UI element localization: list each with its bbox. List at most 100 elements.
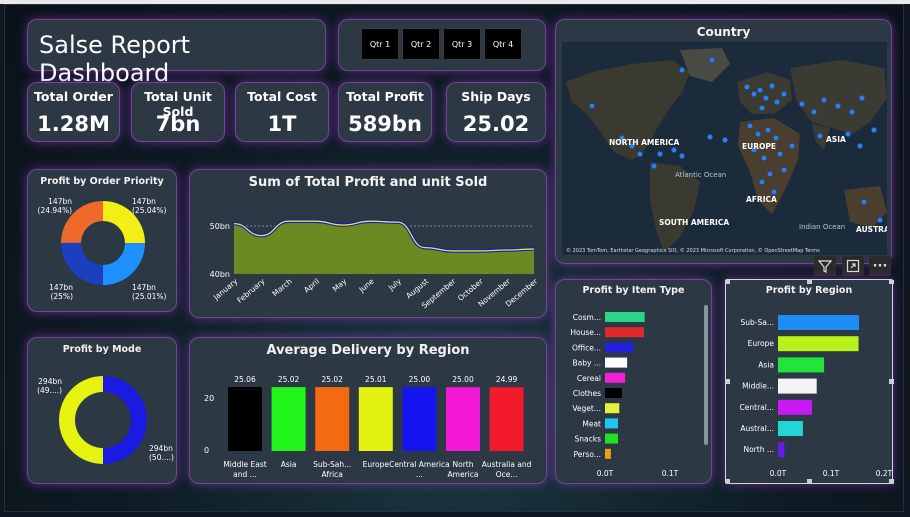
kpi-total-cost: Total Cost 1T (235, 82, 329, 142)
delivery-bar[interactable] (489, 387, 524, 451)
more-options-icon[interactable]: ··· (869, 256, 891, 276)
map-title: Country (696, 25, 751, 39)
region-bar[interactable] (778, 399, 812, 415)
slice-percent-label: (25%) (50, 292, 73, 301)
item-type-bar[interactable] (605, 433, 618, 444)
map-label-asia: ASIA (826, 135, 846, 144)
category-label: Europe (363, 460, 390, 469)
map-label-north-america: NORTH AMERICA (609, 138, 680, 147)
region-bar[interactable] (778, 315, 860, 330)
slice-value-label: 147bn (132, 283, 156, 292)
kpi-value: 7bn (155, 112, 201, 136)
item-type-bar[interactable] (605, 357, 628, 368)
qtr-4-button[interactable]: Qtr 4 (484, 28, 522, 60)
item-type-bar[interactable] (605, 327, 644, 338)
order-priority-donut[interactable]: 147bn(25.04%)147bn(25.01%)147bn(25%)147b… (28, 170, 178, 313)
item-type-bar[interactable] (605, 312, 645, 322)
delivery-bar[interactable] (446, 387, 480, 451)
map-label-atlantic-ocean: Atlantic Ocean (675, 171, 726, 179)
slice-value-label: 294bn (38, 377, 62, 386)
delivery-bar[interactable] (315, 387, 350, 451)
world-map[interactable]: NORTH AMERICA EUROPE ASIA AFRICA SOUTH A… (562, 42, 887, 255)
category-label: Clothes (573, 389, 601, 398)
category-label: Central America (389, 460, 450, 469)
x-tick-label: March (271, 276, 294, 298)
item-type-bar-chart[interactable]: Cosm... House... Office... Baby ... Cereal Cl… (556, 280, 713, 485)
category-label: Asia (758, 360, 774, 369)
y-tick-label: 50bn (210, 222, 230, 231)
filter-icon[interactable] (814, 256, 836, 276)
category-label: Middle... (742, 382, 774, 391)
kpi-label: Total Order (34, 89, 113, 104)
page-title: Salse Report Dashboard (39, 31, 191, 87)
y-tick-label: 20 (204, 394, 214, 403)
delivery-bar[interactable] (358, 387, 393, 451)
kpi-label: Ship Days (461, 89, 531, 104)
x-tick-label: 0.1T (823, 469, 840, 478)
priority-slice[interactable] (102, 243, 145, 285)
profit-by-order-priority-card: Profit by Order Priority 147bn (25.04%) 14… (27, 169, 177, 312)
profit-by-region-card[interactable]: Profit by Region Sub-Sa... Europe Asia Midd… (725, 279, 894, 485)
region-bar[interactable] (778, 357, 825, 373)
kpi-total-unit-sold: Total Unit Sold 7bn (131, 82, 225, 142)
category-label: Oce... (496, 470, 518, 479)
region-bar[interactable] (778, 378, 817, 394)
x-tick-label: May (331, 276, 349, 293)
category-label: Meat (582, 419, 601, 428)
delivery-bar[interactable] (271, 387, 306, 451)
kpi-value: 1.28M (37, 112, 110, 136)
delivery-bar[interactable] (402, 387, 437, 451)
average-delivery-card: Average Delivery by Region 20 0 25.06 Middl… (189, 337, 547, 484)
item-type-bar[interactable] (605, 403, 620, 414)
map-label-south-america: SOUTH AMERICA (659, 218, 729, 227)
bar-value-label: 25.00 (409, 375, 431, 384)
selection-handle[interactable] (807, 280, 812, 284)
category-label: Australia and (482, 460, 532, 469)
qtr-1-button[interactable]: Qtr 1 (361, 28, 399, 60)
focus-mode-icon[interactable] (842, 256, 864, 276)
category-label: Europe (748, 339, 775, 348)
item-type-bar[interactable] (605, 388, 622, 398)
slice-percent-label: (50....) (149, 453, 174, 462)
y-tick-label: 40bn (210, 270, 230, 279)
country-map-card: Country NORTH AMERICA EUROPE ASIA AFRICA… (555, 19, 892, 264)
slice-percent-label: (49....) (37, 386, 62, 395)
y-tick-label: 0 (204, 446, 209, 455)
profit-area (234, 221, 534, 274)
x-tick-label: April (302, 277, 321, 295)
region-bar-chart[interactable]: Sub-Sa... Europe Asia Middle... Central... Au… (726, 280, 894, 485)
bar-value-label: 25.02 (278, 375, 300, 384)
qtr-2-button[interactable]: Qtr 2 (402, 28, 440, 60)
x-tick-label: June (357, 276, 376, 294)
category-label: and ... (233, 470, 257, 479)
category-label: Sub-Sa... (741, 318, 775, 327)
profit-line-chart[interactable]: 50bn40bnJanuaryFebruary March April May June… (190, 170, 548, 319)
mode-slice[interactable] (103, 376, 147, 464)
selection-handle[interactable] (807, 479, 812, 484)
selection-handle[interactable] (889, 479, 894, 484)
selection-handle[interactable] (726, 479, 730, 484)
delivery-bar-chart[interactable]: 20 0 25.06 Middle Eastand ... 25.02 Asia 25.02… (190, 338, 548, 485)
item-type-bar[interactable] (605, 448, 611, 459)
qtr-3-button[interactable]: Qtr 3 (443, 28, 481, 60)
selection-handle[interactable] (726, 379, 730, 384)
category-label: ... (416, 470, 423, 479)
region-bar[interactable] (778, 336, 859, 352)
region-bar[interactable] (778, 421, 803, 436)
selection-handle[interactable] (889, 280, 894, 284)
category-label: America (448, 470, 479, 479)
profit-units-line-card: Sum of Total Profit and unit Sold 50bn 40… (189, 169, 547, 318)
delivery-bar[interactable] (228, 387, 262, 451)
region-bar[interactable] (778, 442, 785, 458)
item-type-scrollbar[interactable] (704, 305, 708, 445)
mode-donut[interactable]: 294bn(50....)294bn(49....) (28, 338, 178, 485)
mode-slice[interactable] (59, 376, 103, 464)
selection-handle[interactable] (889, 379, 894, 384)
category-label: Cosm... (573, 313, 601, 322)
item-type-bar[interactable] (605, 342, 634, 353)
selection-handle[interactable] (726, 280, 730, 284)
item-type-bar[interactable] (605, 418, 618, 429)
item-type-bar[interactable] (605, 372, 626, 383)
category-label: House... (570, 328, 601, 337)
priority-slice[interactable] (61, 242, 103, 285)
